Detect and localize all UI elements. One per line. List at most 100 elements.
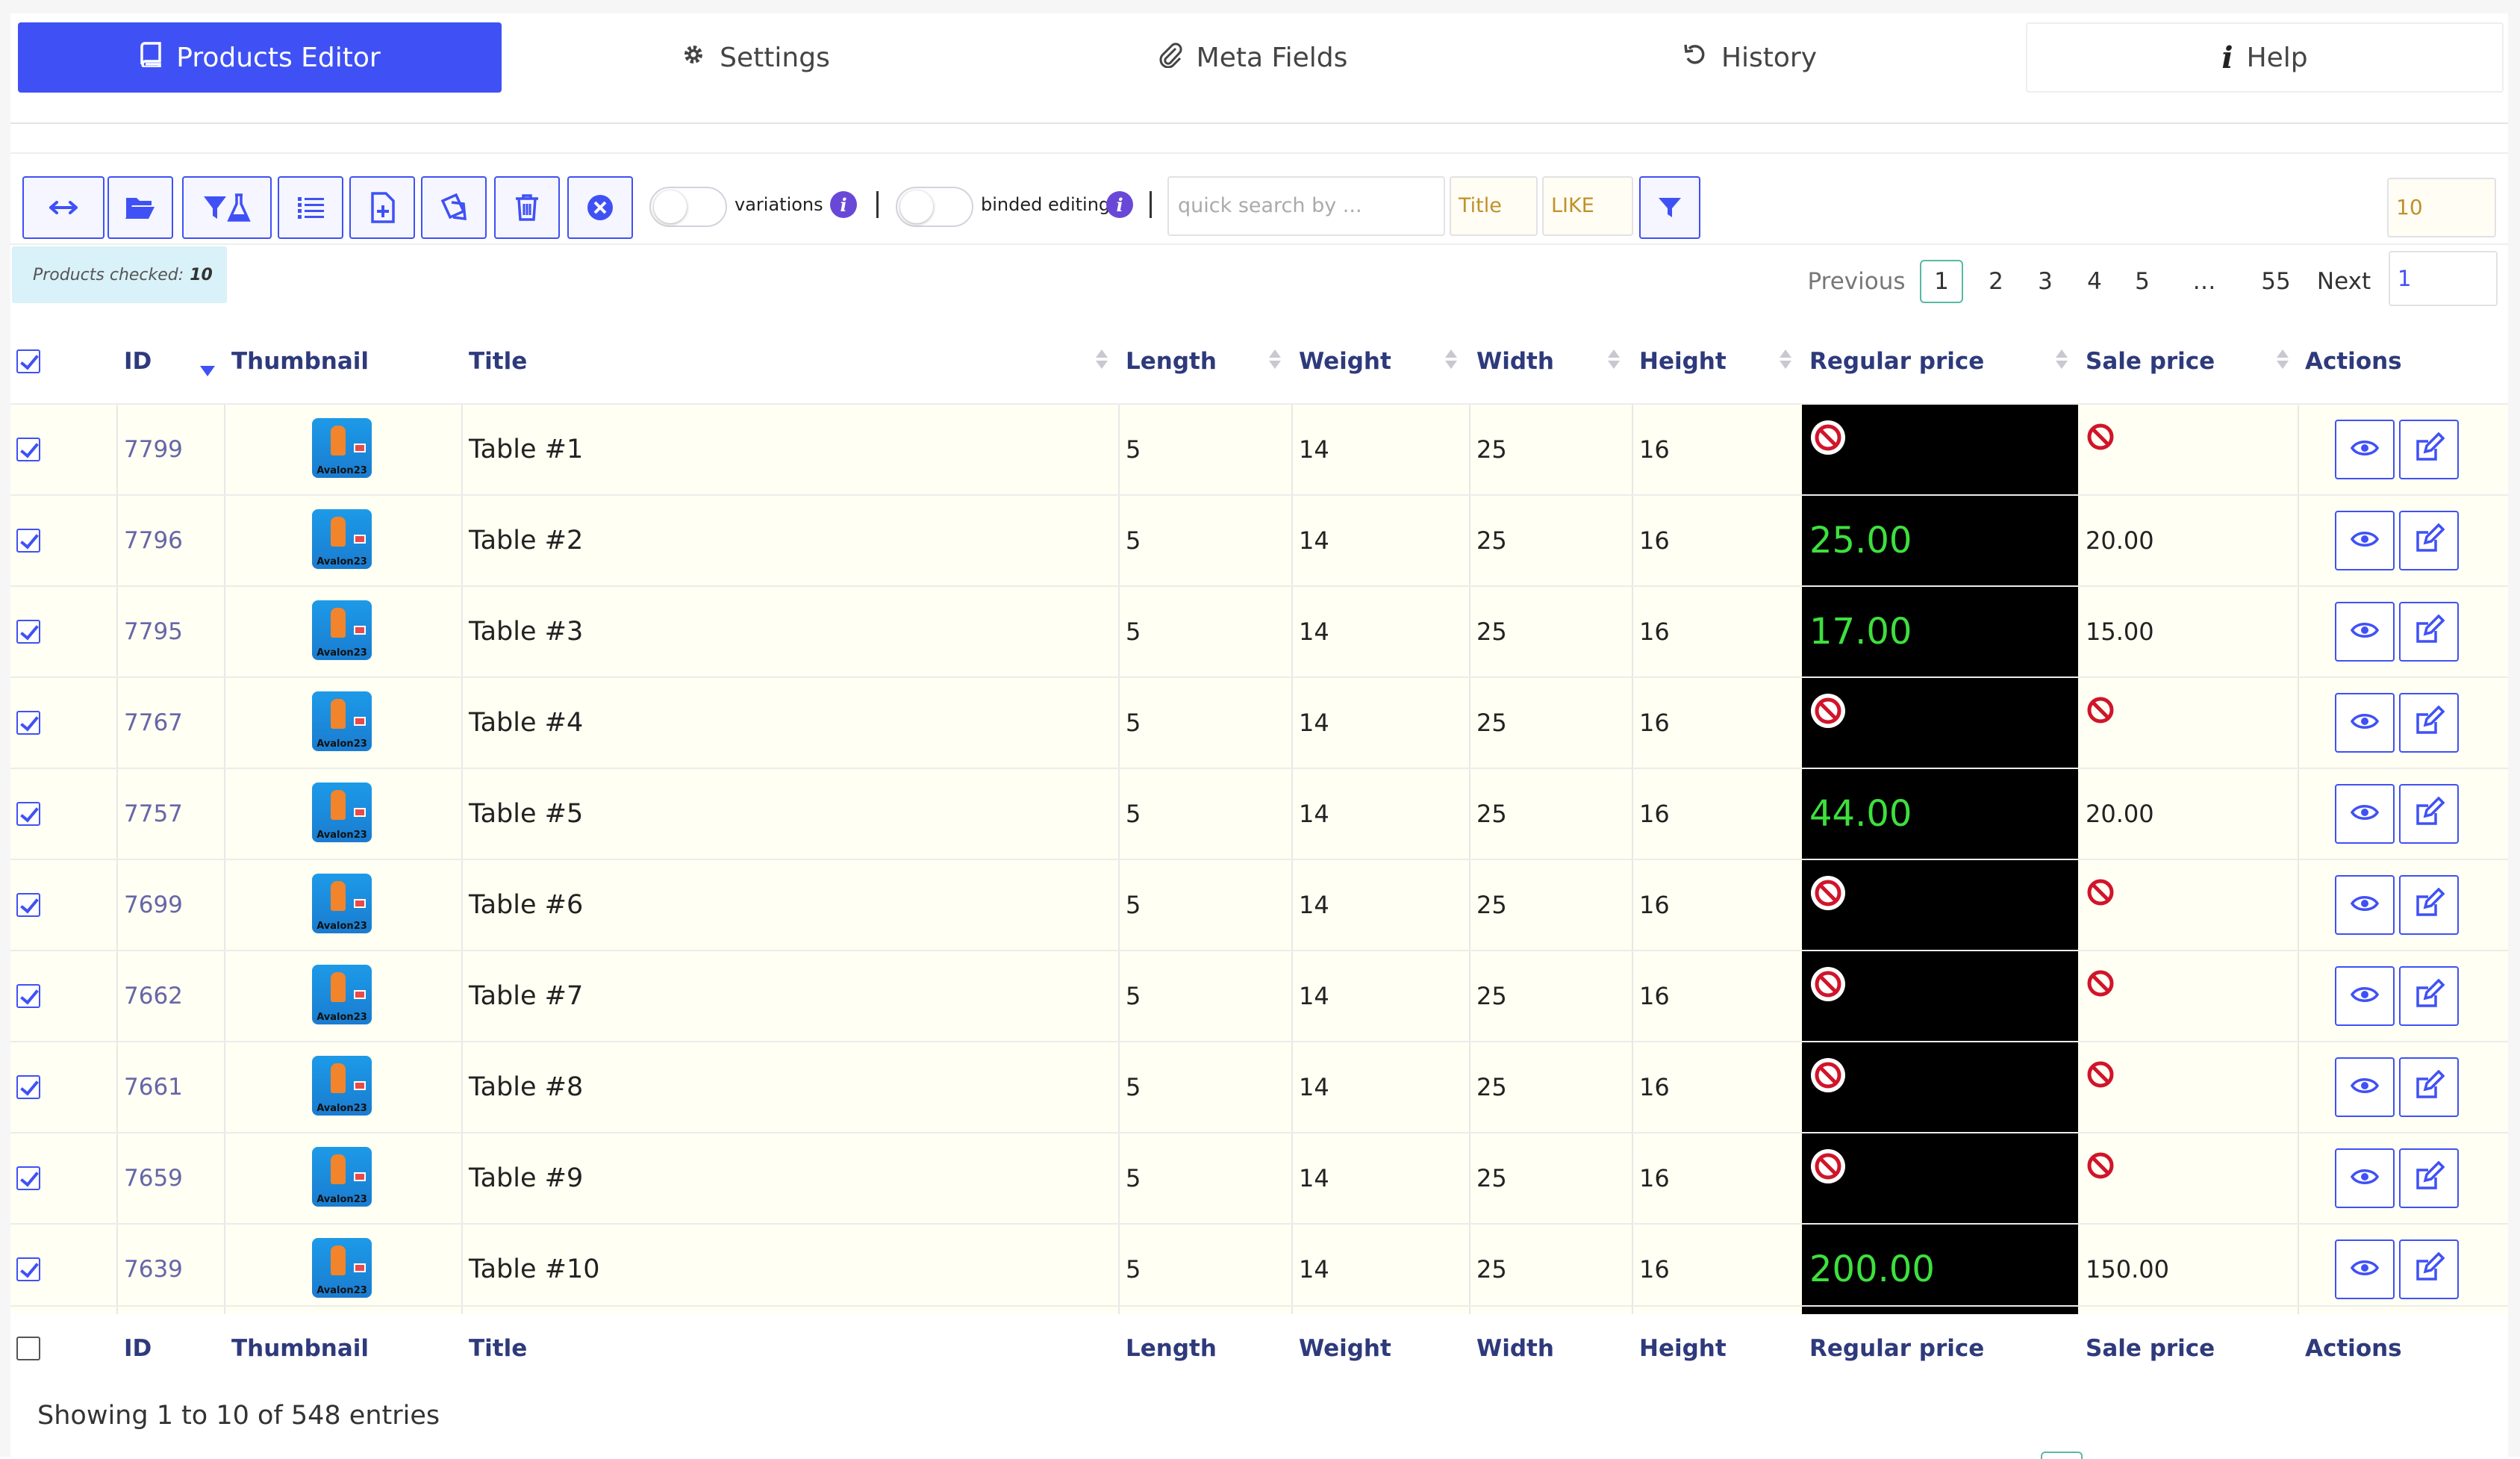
row-checkbox[interactable] — [16, 438, 40, 461]
product-length[interactable]: 5 — [1126, 860, 1141, 950]
product-title[interactable]: Table #8 — [469, 1042, 583, 1132]
column-header-height[interactable]: Height — [1639, 320, 1727, 403]
product-title[interactable]: Table #10 — [469, 1225, 600, 1314]
column-header-id[interactable]: ID — [124, 320, 152, 403]
table-row[interactable]: 7796 Avalon23 Table #2 5 14 25 16 25.00 … — [10, 494, 2508, 585]
view-product-button[interactable] — [2335, 1239, 2395, 1299]
column-header-length[interactable]: Length — [1126, 320, 1217, 403]
regular-price-cell[interactable] — [1802, 1133, 2078, 1223]
pagination-page-2[interactable]: 2 — [1981, 260, 2011, 303]
product-weight[interactable]: 14 — [1299, 1225, 1329, 1314]
product-weight[interactable]: 14 — [1299, 951, 1329, 1041]
duplicate-button[interactable] — [421, 176, 487, 239]
regular-price-cell[interactable]: 44.00 — [1802, 769, 2078, 859]
product-thumbnail[interactable]: Avalon23 — [312, 874, 372, 933]
edit-product-button[interactable] — [2399, 602, 2459, 662]
tab-history[interactable]: History — [1508, 22, 1992, 93]
sale-price-cell[interactable]: 20.00 — [2086, 496, 2154, 585]
select-all-checkbox[interactable] — [16, 349, 40, 373]
product-id-link[interactable]: 7699 — [124, 860, 183, 950]
view-product-button[interactable] — [2335, 875, 2395, 935]
table-row[interactable]: 7795 Avalon23 Table #3 5 14 25 16 17.00 … — [10, 585, 2508, 676]
product-weight[interactable]: 14 — [1299, 678, 1329, 768]
regular-price-cell[interactable] — [1802, 405, 2078, 494]
sale-price-cell[interactable] — [2086, 1042, 2115, 1132]
product-title[interactable]: Table #5 — [469, 769, 583, 859]
row-checkbox[interactable] — [16, 620, 40, 644]
product-weight[interactable]: 14 — [1299, 769, 1329, 859]
product-length[interactable]: 5 — [1126, 587, 1141, 676]
product-title[interactable]: Table #9 — [469, 1133, 583, 1223]
product-weight[interactable]: 14 — [1299, 496, 1329, 585]
edit-product-button[interactable] — [2399, 784, 2459, 844]
sale-price-cell[interactable]: 15.00 — [2086, 587, 2154, 676]
product-thumbnail[interactable]: Avalon23 — [312, 1147, 372, 1207]
sale-price-cell[interactable] — [2086, 860, 2115, 950]
toggle-columns-width-button[interactable] — [22, 176, 105, 239]
product-weight[interactable]: 14 — [1299, 1042, 1329, 1132]
bulk-edit-button[interactable] — [278, 176, 343, 239]
product-height[interactable]: 16 — [1639, 951, 1670, 1041]
product-width[interactable]: 25 — [1476, 860, 1507, 950]
product-id-link[interactable]: 7799 — [124, 405, 183, 494]
view-product-button[interactable] — [2335, 966, 2395, 1026]
product-width[interactable]: 25 — [1476, 1042, 1507, 1132]
edit-product-button[interactable] — [2399, 511, 2459, 570]
product-thumbnail[interactable]: Avalon23 — [312, 418, 372, 478]
product-thumbnail[interactable]: Avalon23 — [312, 691, 372, 751]
table-row[interactable]: 7662 Avalon23 Table #7 5 14 25 16 — [10, 950, 2508, 1041]
product-length[interactable]: 5 — [1126, 1042, 1141, 1132]
binded-editing-toggle[interactable] — [896, 187, 973, 227]
info-icon[interactable]: i — [1106, 191, 1133, 218]
product-title[interactable]: Table #2 — [469, 496, 583, 585]
product-weight[interactable]: 14 — [1299, 587, 1329, 676]
product-title[interactable]: Table #4 — [469, 678, 583, 768]
product-width[interactable]: 25 — [1476, 769, 1507, 859]
add-product-button[interactable] — [349, 176, 415, 239]
sale-price-cell[interactable] — [2086, 951, 2115, 1041]
delete-button[interactable] — [494, 176, 560, 239]
regular-price-cell[interactable] — [1802, 1042, 2078, 1132]
product-length[interactable]: 5 — [1126, 1133, 1141, 1223]
product-thumbnail[interactable]: Avalon23 — [312, 783, 372, 842]
filter-button[interactable] — [182, 176, 272, 239]
view-product-button[interactable] — [2335, 1148, 2395, 1208]
sort-icon[interactable] — [1096, 349, 1109, 373]
pagination-page-55[interactable]: 55 — [2250, 260, 2302, 303]
product-id-link[interactable]: 7767 — [124, 678, 183, 768]
sort-icon[interactable] — [1445, 349, 1459, 373]
product-width[interactable]: 25 — [1476, 496, 1507, 585]
sort-icon[interactable] — [1269, 349, 1282, 373]
view-product-button[interactable] — [2335, 784, 2395, 844]
product-title[interactable]: Table #7 — [469, 951, 583, 1041]
product-id-link[interactable]: 7659 — [124, 1133, 183, 1223]
product-weight[interactable]: 14 — [1299, 405, 1329, 494]
tab-settings[interactable]: Settings — [514, 22, 997, 93]
product-length[interactable]: 5 — [1126, 678, 1141, 768]
product-id-link[interactable]: 7662 — [124, 951, 183, 1041]
product-width[interactable]: 25 — [1476, 405, 1507, 494]
column-header-title[interactable]: Title — [469, 320, 527, 403]
tab-meta-fields[interactable]: Meta Fields — [1011, 22, 1494, 93]
product-height[interactable]: 16 — [1639, 587, 1670, 676]
product-length[interactable]: 5 — [1126, 496, 1141, 585]
regular-price-cell[interactable] — [1802, 951, 2078, 1041]
profiles-button[interactable] — [107, 176, 173, 239]
regular-price-cell[interactable]: 200.00 — [1802, 1225, 2078, 1314]
view-product-button[interactable] — [2335, 511, 2395, 570]
product-height[interactable]: 16 — [1639, 496, 1670, 585]
view-product-button[interactable] — [2335, 1057, 2395, 1117]
regular-price-cell[interactable] — [1802, 860, 2078, 950]
sort-icon[interactable] — [1780, 349, 1793, 373]
product-width[interactable]: 25 — [1476, 678, 1507, 768]
pagination-page-4[interactable]: 4 — [2080, 260, 2109, 303]
row-checkbox[interactable] — [16, 529, 40, 553]
row-checkbox[interactable] — [16, 893, 40, 917]
product-height[interactable]: 16 — [1639, 1042, 1670, 1132]
product-id-link[interactable]: 7757 — [124, 769, 183, 859]
product-length[interactable]: 5 — [1126, 951, 1141, 1041]
pagination-next[interactable]: Next — [2314, 260, 2374, 303]
product-width[interactable]: 25 — [1476, 587, 1507, 676]
search-operator-select[interactable]: LIKE — [1542, 176, 1633, 236]
tab-products-editor[interactable]: Products Editor — [18, 22, 502, 93]
